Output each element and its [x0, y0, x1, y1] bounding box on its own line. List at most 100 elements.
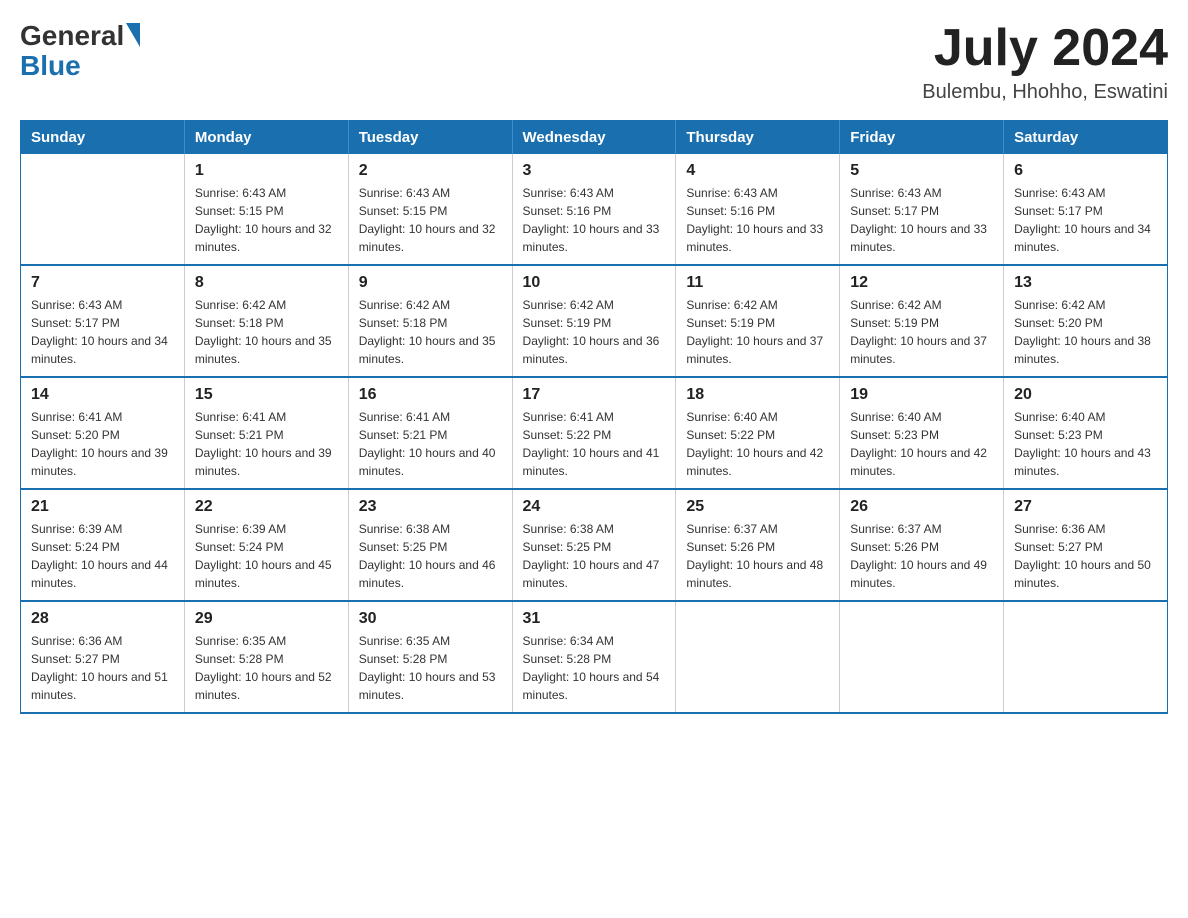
calendar-cell: 11Sunrise: 6:42 AMSunset: 5:19 PMDayligh…	[676, 265, 840, 377]
calendar-week-3: 14Sunrise: 6:41 AMSunset: 5:20 PMDayligh…	[21, 377, 1168, 489]
calendar-table: SundayMondayTuesdayWednesdayThursdayFrid…	[20, 120, 1168, 714]
day-detail: Sunrise: 6:39 AMSunset: 5:24 PMDaylight:…	[31, 520, 174, 592]
calendar-cell: 24Sunrise: 6:38 AMSunset: 5:25 PMDayligh…	[512, 489, 676, 601]
day-number: 23	[359, 498, 502, 516]
day-detail: Sunrise: 6:41 AMSunset: 5:21 PMDaylight:…	[359, 408, 502, 480]
day-detail: Sunrise: 6:43 AMSunset: 5:17 PMDaylight:…	[850, 184, 993, 256]
day-number: 20	[1014, 386, 1157, 404]
day-number: 3	[523, 162, 666, 180]
calendar-cell: 21 Sunrise: 6:39 AMSunset: 5:24 PMDayligh…	[21, 489, 185, 601]
day-header-thursday: Thursday	[676, 121, 840, 155]
day-number: 30	[359, 610, 502, 628]
day-detail: Sunrise: 6:36 AMSunset: 5:27 PMDaylight:…	[1014, 520, 1157, 592]
calendar-week-2: 7Sunrise: 6:43 AMSunset: 5:17 PMDaylight…	[21, 265, 1168, 377]
page-header: General Blue July 2024 Bulembu, Hhohho, …	[20, 20, 1168, 104]
location-subtitle: Bulembu, Hhohho, Eswatini	[922, 81, 1168, 104]
day-number: 22	[195, 498, 338, 516]
day-detail: Sunrise: 6:38 AMSunset: 5:25 PMDaylight:…	[523, 520, 666, 592]
calendar-cell: 9 Sunrise: 6:42 AMSunset: 5:18 PMDaylight…	[348, 265, 512, 377]
day-detail: Sunrise: 6:40 AMSunset: 5:22 PMDaylight:…	[686, 408, 829, 480]
day-detail: Sunrise: 6:40 AMSunset: 5:23 PMDaylight:…	[850, 408, 993, 480]
day-detail: Sunrise: 6:43 AMSunset: 5:17 PMDaylight:…	[1014, 184, 1157, 256]
calendar-cell: 22 Sunrise: 6:39 AMSunset: 5:24 PMDayligh…	[184, 489, 348, 601]
calendar-week-1: 1 Sunrise: 6:43 AMSunset: 5:15 PMDaylight…	[21, 154, 1168, 265]
day-number: 27	[1014, 498, 1157, 516]
day-detail: Sunrise: 6:35 AMSunset: 5:28 PMDaylight:…	[359, 632, 502, 704]
day-detail: Sunrise: 6:35 AMSunset: 5:28 PMDaylight:…	[195, 632, 338, 704]
day-number: 8	[195, 274, 338, 292]
logo-triangle-icon	[126, 23, 140, 47]
day-number: 2	[359, 162, 502, 180]
calendar-cell: 12 Sunrise: 6:42 AMSunset: 5:19 PMDayligh…	[840, 265, 1004, 377]
logo-general-text: General	[20, 20, 124, 52]
calendar-cell: 1 Sunrise: 6:43 AMSunset: 5:15 PMDaylight…	[184, 154, 348, 265]
calendar-cell: 20 Sunrise: 6:40 AMSunset: 5:23 PMDayligh…	[1004, 377, 1168, 489]
day-detail: Sunrise: 6:43 AMSunset: 5:17 PMDaylight:…	[31, 296, 174, 368]
calendar-cell	[676, 601, 840, 713]
calendar-cell: 18 Sunrise: 6:40 AMSunset: 5:22 PMDayligh…	[676, 377, 840, 489]
day-detail: Sunrise: 6:41 AMSunset: 5:21 PMDaylight:…	[195, 408, 338, 480]
day-number: 26	[850, 498, 993, 516]
calendar-cell: 15Sunrise: 6:41 AMSunset: 5:21 PMDayligh…	[184, 377, 348, 489]
day-number: 10	[523, 274, 666, 292]
calendar-cell: 2 Sunrise: 6:43 AMSunset: 5:15 PMDaylight…	[348, 154, 512, 265]
day-detail: Sunrise: 6:38 AMSunset: 5:25 PMDaylight:…	[359, 520, 502, 592]
calendar-cell: 14Sunrise: 6:41 AMSunset: 5:20 PMDayligh…	[21, 377, 185, 489]
day-number: 13	[1014, 274, 1157, 292]
calendar-cell: 6Sunrise: 6:43 AMSunset: 5:17 PMDaylight…	[1004, 154, 1168, 265]
day-detail: Sunrise: 6:37 AMSunset: 5:26 PMDaylight:…	[850, 520, 993, 592]
calendar-cell	[21, 154, 185, 265]
day-detail: Sunrise: 6:43 AMSunset: 5:15 PMDaylight:…	[195, 184, 338, 256]
day-detail: Sunrise: 6:40 AMSunset: 5:23 PMDaylight:…	[1014, 408, 1157, 480]
day-detail: Sunrise: 6:42 AMSunset: 5:18 PMDaylight:…	[359, 296, 502, 368]
day-detail: Sunrise: 6:42 AMSunset: 5:19 PMDaylight:…	[850, 296, 993, 368]
calendar-cell: 17Sunrise: 6:41 AMSunset: 5:22 PMDayligh…	[512, 377, 676, 489]
calendar-cell: 31 Sunrise: 6:34 AMSunset: 5:28 PMDayligh…	[512, 601, 676, 713]
day-detail: Sunrise: 6:42 AMSunset: 5:19 PMDaylight:…	[523, 296, 666, 368]
day-number: 1	[195, 162, 338, 180]
calendar-cell: 5 Sunrise: 6:43 AMSunset: 5:17 PMDaylight…	[840, 154, 1004, 265]
calendar-cell: 13Sunrise: 6:42 AMSunset: 5:20 PMDayligh…	[1004, 265, 1168, 377]
calendar-cell: 3 Sunrise: 6:43 AMSunset: 5:16 PMDaylight…	[512, 154, 676, 265]
day-number: 4	[686, 162, 829, 180]
calendar-cell: 30 Sunrise: 6:35 AMSunset: 5:28 PMDayligh…	[348, 601, 512, 713]
day-number: 21	[31, 498, 174, 516]
day-header-monday: Monday	[184, 121, 348, 155]
day-detail: Sunrise: 6:36 AMSunset: 5:27 PMDaylight:…	[31, 632, 174, 704]
day-number: 29	[195, 610, 338, 628]
calendar-cell: 16 Sunrise: 6:41 AMSunset: 5:21 PMDayligh…	[348, 377, 512, 489]
day-header-tuesday: Tuesday	[348, 121, 512, 155]
day-number: 5	[850, 162, 993, 180]
calendar-header-row: SundayMondayTuesdayWednesdayThursdayFrid…	[21, 121, 1168, 155]
day-number: 16	[359, 386, 502, 404]
calendar-cell: 19Sunrise: 6:40 AMSunset: 5:23 PMDayligh…	[840, 377, 1004, 489]
calendar-cell: 7Sunrise: 6:43 AMSunset: 5:17 PMDaylight…	[21, 265, 185, 377]
day-detail: Sunrise: 6:41 AMSunset: 5:20 PMDaylight:…	[31, 408, 174, 480]
day-number: 11	[686, 274, 829, 292]
day-number: 25	[686, 498, 829, 516]
title-area: July 2024 Bulembu, Hhohho, Eswatini	[922, 20, 1168, 104]
day-number: 9	[359, 274, 502, 292]
calendar-cell	[1004, 601, 1168, 713]
day-detail: Sunrise: 6:43 AMSunset: 5:16 PMDaylight:…	[686, 184, 829, 256]
calendar-cell: 23 Sunrise: 6:38 AMSunset: 5:25 PMDayligh…	[348, 489, 512, 601]
day-detail: Sunrise: 6:42 AMSunset: 5:18 PMDaylight:…	[195, 296, 338, 368]
day-header-wednesday: Wednesday	[512, 121, 676, 155]
calendar-cell: 29 Sunrise: 6:35 AMSunset: 5:28 PMDayligh…	[184, 601, 348, 713]
calendar-cell: 10 Sunrise: 6:42 AMSunset: 5:19 PMDayligh…	[512, 265, 676, 377]
day-detail: Sunrise: 6:43 AMSunset: 5:16 PMDaylight:…	[523, 184, 666, 256]
day-detail: Sunrise: 6:43 AMSunset: 5:15 PMDaylight:…	[359, 184, 502, 256]
day-number: 18	[686, 386, 829, 404]
calendar-cell: 28Sunrise: 6:36 AMSunset: 5:27 PMDayligh…	[21, 601, 185, 713]
day-number: 31	[523, 610, 666, 628]
logo: General Blue	[20, 20, 140, 80]
day-detail: Sunrise: 6:39 AMSunset: 5:24 PMDaylight:…	[195, 520, 338, 592]
logo-blue-text: Blue	[20, 52, 140, 80]
day-number: 12	[850, 274, 993, 292]
day-detail: Sunrise: 6:34 AMSunset: 5:28 PMDaylight:…	[523, 632, 666, 704]
calendar-cell: 25Sunrise: 6:37 AMSunset: 5:26 PMDayligh…	[676, 489, 840, 601]
calendar-cell: 27 Sunrise: 6:36 AMSunset: 5:27 PMDayligh…	[1004, 489, 1168, 601]
month-year-title: July 2024	[922, 20, 1168, 77]
day-header-saturday: Saturday	[1004, 121, 1168, 155]
calendar-week-5: 28Sunrise: 6:36 AMSunset: 5:27 PMDayligh…	[21, 601, 1168, 713]
